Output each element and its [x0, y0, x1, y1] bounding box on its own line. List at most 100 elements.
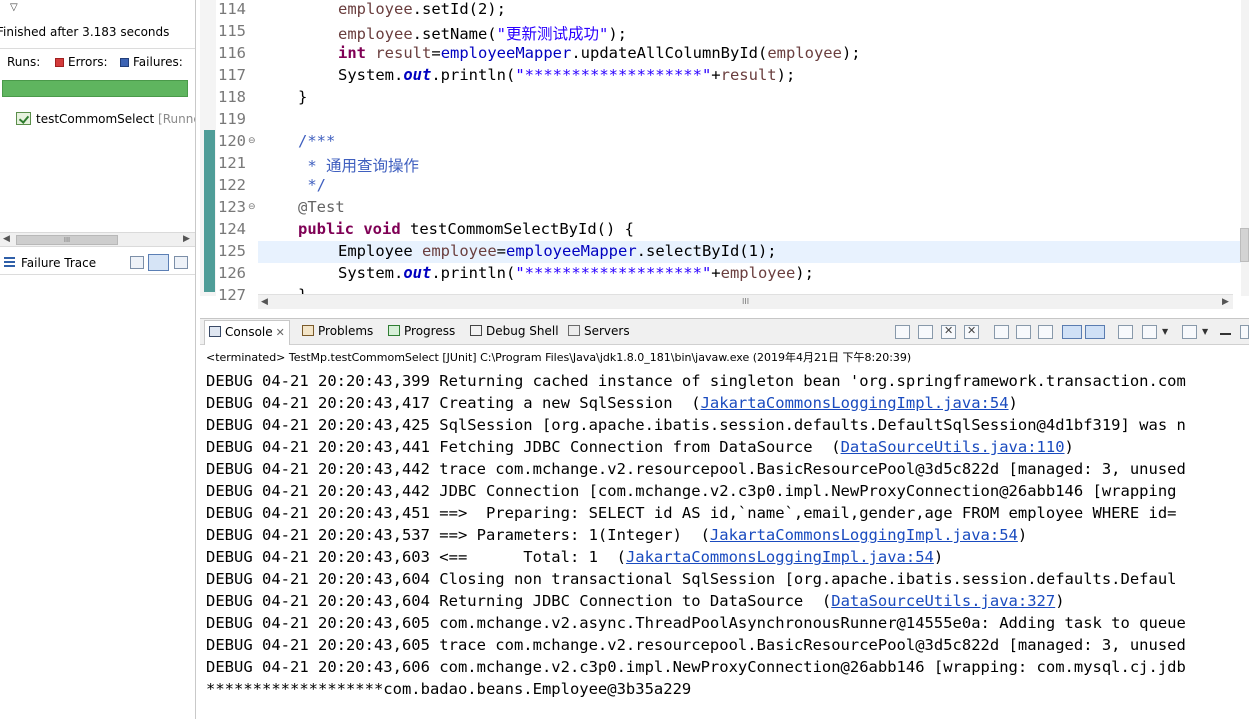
close-icon[interactable]: ✕	[276, 326, 285, 339]
remove-all-terminated-icon[interactable]	[964, 324, 979, 339]
scroll-lock-icon[interactable]	[1016, 325, 1031, 339]
log-line: DEBUG 04-21 20:20:43,606 com.mchange.v2.…	[206, 658, 1186, 676]
log-line: DEBUG 04-21 20:20:43,604 Returning JDBC …	[206, 592, 1065, 610]
line-number: 115	[218, 22, 246, 40]
code-line[interactable]: System.out.println("*******************"…	[338, 66, 795, 84]
clear-console-icon[interactable]	[994, 325, 1009, 339]
scroll-left-icon[interactable]: ◀	[261, 297, 268, 307]
open-console-icon[interactable]	[1182, 325, 1197, 339]
line-number: 119	[218, 110, 246, 128]
log-line: DEBUG 04-21 20:20:43,442 trace com.mchan…	[206, 460, 1186, 478]
scrollbar-thumb[interactable]: III	[16, 235, 118, 245]
display-selected-console-icon[interactable]	[1142, 325, 1157, 339]
test-tree-item[interactable]: testCommomSelect [Runne	[16, 112, 195, 126]
maximize-icon[interactable]	[1240, 325, 1249, 339]
scroll-right-icon[interactable]: ▶	[183, 234, 190, 244]
failure-trace-header: Failure Trace	[0, 251, 195, 275]
code-line[interactable]: */	[298, 176, 326, 194]
line-number: 127	[218, 286, 246, 304]
source-link[interactable]: DataSourceUtils.java:110	[841, 438, 1065, 456]
tab-label: Progress	[404, 324, 456, 338]
junit-horizontal-scrollbar[interactable]: ◀ III ▶	[0, 232, 195, 247]
servers-icon	[568, 325, 580, 336]
log-line: DEBUG 04-21 20:20:43,451 ==> Preparing: …	[206, 504, 1177, 522]
junit-view: ▽ Finished after 3.183 seconds Runs: Err…	[0, 0, 196, 719]
code-line[interactable]: @Test	[298, 198, 345, 216]
log-line: DEBUG 04-21 20:20:43,442 JDBC Connection…	[206, 482, 1177, 500]
runs-label: Runs:	[7, 55, 41, 69]
test-passed-icon	[16, 112, 31, 125]
scrollbar-grip[interactable]: III	[742, 297, 749, 306]
minimize-icon[interactable]	[1220, 325, 1231, 335]
compare-result-icon[interactable]	[148, 254, 169, 271]
pin-console-icon[interactable]	[1118, 325, 1133, 339]
code-line[interactable]: employee.setName("更新测试成功");	[338, 22, 627, 44]
console-tab-bar: Console ✕ Problems Progress Debug Shell S…	[200, 319, 1249, 345]
editor-vertical-thumb[interactable]	[1240, 228, 1249, 262]
source-link[interactable]: JakartaCommonsLoggingImpl.java:54	[710, 526, 1018, 544]
line-number: 117	[218, 66, 246, 84]
console-icon	[209, 326, 221, 337]
chevron-down-icon[interactable]: ▼	[1162, 327, 1168, 336]
line-number: 118	[218, 88, 246, 106]
code-line[interactable]: employee.setId(2);	[338, 0, 506, 18]
line-number: 124	[218, 220, 246, 238]
code-line[interactable]: public void testCommomSelectById() {	[298, 220, 634, 238]
editor-horizontal-scrollbar[interactable]: ◀ III ▶	[258, 294, 1233, 309]
java-editor[interactable]: 114 115 116 117 118 119 120 ⊖ 121 122 12…	[200, 0, 1249, 312]
launch-status: <terminated> TestMp.testCommomSelect [JU…	[206, 351, 912, 364]
source-link[interactable]: JakartaCommonsLoggingImpl.java:54	[626, 548, 934, 566]
log-line: DEBUG 04-21 20:20:43,605 com.mchange.v2.…	[206, 614, 1186, 632]
log-line: DEBUG 04-21 20:20:43,399 Returning cache…	[206, 372, 1186, 390]
line-number: 123	[218, 198, 246, 216]
failure-trace-icon	[4, 257, 15, 267]
line-number: 126	[218, 264, 246, 282]
copy-trace-icon[interactable]	[174, 256, 188, 269]
scroll-left-icon[interactable]: ◀	[3, 234, 10, 244]
code-line[interactable]: System.out.println("*******************"…	[338, 264, 814, 282]
view-menu-chevron-icon[interactable]: ▽	[10, 2, 18, 13]
remove-launch-icon[interactable]	[941, 324, 956, 339]
log-line: *******************com.badao.beans.Emplo…	[206, 680, 692, 698]
code-line[interactable]: }	[298, 88, 307, 106]
log-line: DEBUG 04-21 20:20:43,603 <== Total: 1 (J…	[206, 548, 944, 566]
code-line[interactable]: /***	[298, 132, 335, 150]
filter-stack-icon[interactable]	[130, 256, 144, 269]
line-number-gutter: 114 115 116 117 118 119 120 ⊖ 121 122 12…	[216, 0, 258, 304]
progress-icon	[388, 325, 400, 336]
error-icon	[55, 58, 64, 67]
tab-debug-shell[interactable]: Debug Shell	[470, 324, 559, 342]
source-link[interactable]: JakartaCommonsLoggingImpl.java:54	[701, 394, 1009, 412]
tab-label: Debug Shell	[486, 324, 559, 338]
line-number: 125	[218, 242, 246, 260]
tab-label: Problems	[318, 324, 374, 338]
change-marker-bar	[204, 130, 215, 292]
collapse-icon[interactable]: ⊖	[248, 136, 256, 146]
console-output[interactable]: DEBUG 04-21 20:20:43,399 Returning cache…	[206, 370, 1249, 700]
code-line[interactable]: Employee employee=employeeMapper.selectB…	[338, 242, 777, 260]
chevron-down-icon[interactable]: ▼	[1202, 327, 1208, 336]
code-line[interactable]: int result=employeeMapper.updateAllColum…	[338, 44, 861, 62]
line-number: 121	[218, 154, 246, 172]
terminate-icon[interactable]	[918, 325, 933, 339]
tab-servers[interactable]: Servers	[568, 324, 630, 342]
word-wrap-icon[interactable]	[1038, 325, 1053, 339]
line-number: 114	[218, 0, 246, 18]
tab-problems[interactable]: Problems	[302, 324, 373, 342]
log-line: DEBUG 04-21 20:20:43,441 Fetching JDBC C…	[206, 438, 1074, 456]
relaunch-icon[interactable]	[895, 325, 910, 339]
show-on-stderr-icon[interactable]	[1085, 325, 1105, 339]
scroll-right-icon[interactable]: ▶	[1222, 297, 1229, 307]
problems-icon	[302, 325, 314, 336]
tab-console[interactable]: Console ✕	[204, 320, 290, 345]
line-number: 116	[218, 44, 246, 62]
test-name: testCommomSelect	[36, 112, 155, 126]
log-line: DEBUG 04-21 20:20:43,604 Closing non tra…	[206, 570, 1177, 588]
debug-shell-icon	[470, 325, 482, 336]
junit-counters: Runs: Errors: Failures:	[0, 48, 195, 72]
code-line[interactable]: * 通用查询操作	[298, 154, 419, 176]
tab-progress[interactable]: Progress	[388, 324, 455, 342]
show-on-stdout-icon[interactable]	[1062, 325, 1082, 339]
source-link[interactable]: DataSourceUtils.java:327	[831, 592, 1055, 610]
collapse-icon[interactable]: ⊖	[248, 202, 256, 212]
